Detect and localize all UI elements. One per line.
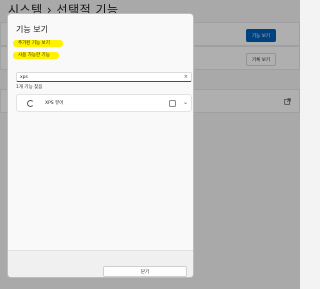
list-item[interactable]: XPS 뷰어 ⌄ — [16, 94, 192, 112]
feature-gear-icon — [27, 100, 34, 107]
highlighted-available-features-label: 사용 가능한 기능 — [13, 52, 59, 59]
search-box: × — [16, 72, 192, 82]
result-count: 1개 기능 찾음 — [16, 85, 43, 90]
dialog-footer: 닫기 — [8, 250, 193, 277]
search-input[interactable] — [20, 73, 180, 81]
dialog-title: 기능 보기 — [16, 25, 48, 34]
close-button[interactable]: 닫기 — [103, 266, 187, 277]
view-features-dialog: 기능 보기 추가된 기능 보기 사용 가능한 기능 × 1개 기능 찾음 XPS… — [7, 13, 194, 278]
chevron-down-icon[interactable]: ⌄ — [183, 98, 188, 108]
feature-checkbox[interactable] — [169, 100, 176, 107]
highlighted-added-features-label: 추가된 기능 보기 — [13, 40, 63, 47]
feature-name: XPS 뷰어 — [45, 101, 64, 106]
clear-search-icon[interactable]: × — [184, 73, 188, 81]
